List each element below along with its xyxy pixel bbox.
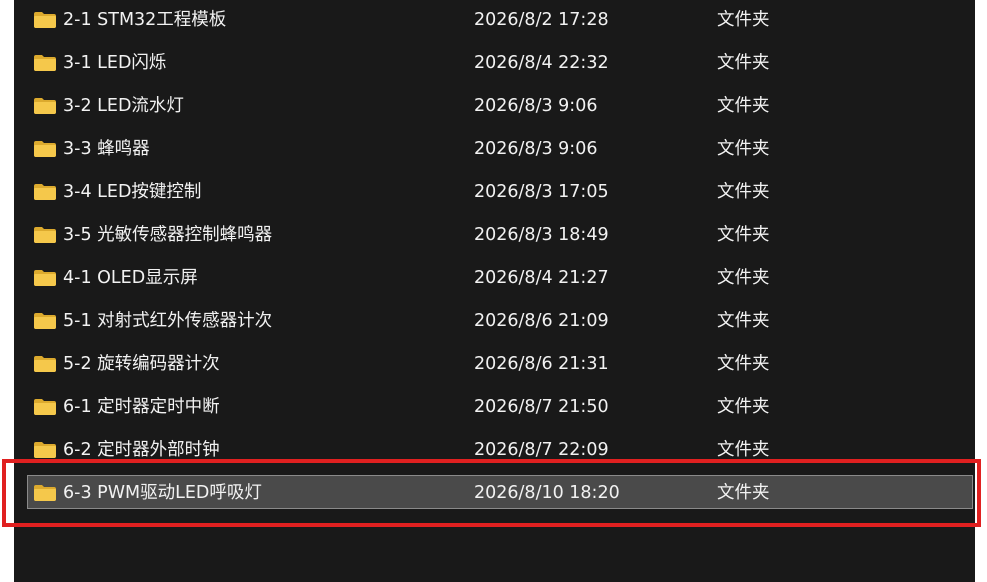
folder-icon [34, 227, 56, 243]
file-date: 2026/8/6 21:31 [474, 354, 609, 374]
file-type: 文件夹 [717, 10, 770, 30]
file-row[interactable]: 3-5 光敏传感器控制蜂鸣器 2026/8/3 18:49 文件夹 [28, 218, 972, 252]
file-date: 2026/8/4 21:27 [474, 268, 609, 288]
folder-icon [34, 55, 56, 71]
folder-icon [34, 399, 56, 415]
folder-icon [34, 442, 56, 458]
file-type: 文件夹 [717, 182, 770, 202]
highlight-box [2, 459, 981, 527]
folder-icon [34, 184, 56, 200]
file-type: 文件夹 [717, 397, 770, 417]
file-name: 5-1 对射式红外传感器计次 [63, 311, 273, 331]
file-row[interactable]: 6-1 定时器定时中断 2026/8/7 21:50 文件夹 [28, 390, 972, 424]
file-type: 文件夹 [717, 225, 770, 245]
file-name: 3-5 光敏传感器控制蜂鸣器 [63, 225, 273, 245]
file-date: 2026/8/3 9:06 [474, 139, 598, 159]
folder-icon [34, 98, 56, 114]
file-date: 2026/8/4 22:32 [474, 53, 609, 73]
folder-icon [34, 313, 56, 329]
folder-icon [34, 12, 56, 28]
file-date: 2026/8/3 18:49 [474, 225, 609, 245]
file-date: 2026/8/6 21:09 [474, 311, 609, 331]
file-name: 3-2 LED流水灯 [63, 96, 184, 116]
folder-icon [34, 356, 56, 372]
file-name: 6-1 定时器定时中断 [63, 397, 220, 417]
file-row[interactable]: 3-3 蜂鸣器 2026/8/3 9:06 文件夹 [28, 132, 972, 166]
file-row[interactable]: 4-1 OLED显示屏 2026/8/4 21:27 文件夹 [28, 261, 972, 295]
file-name: 3-4 LED按键控制 [63, 182, 202, 202]
file-row[interactable]: 3-1 LED闪烁 2026/8/4 22:32 文件夹 [28, 46, 972, 80]
folder-icon [34, 141, 56, 157]
file-date: 2026/8/3 17:05 [474, 182, 609, 202]
file-row[interactable]: 3-2 LED流水灯 2026/8/3 9:06 文件夹 [28, 89, 972, 123]
file-type: 文件夹 [717, 96, 770, 116]
file-row[interactable]: 5-2 旋转编码器计次 2026/8/6 21:31 文件夹 [28, 347, 972, 381]
file-name: 2-1 STM32工程模板 [63, 10, 227, 30]
file-type: 文件夹 [717, 311, 770, 331]
file-date: 2026/8/2 17:28 [474, 10, 609, 30]
file-name: 5-2 旋转编码器计次 [63, 354, 220, 374]
file-name: 3-1 LED闪烁 [63, 53, 167, 73]
file-type: 文件夹 [717, 139, 770, 159]
file-name: 4-1 OLED显示屏 [63, 268, 198, 288]
file-date: 2026/8/7 21:50 [474, 397, 609, 417]
file-type: 文件夹 [717, 53, 770, 73]
file-row[interactable]: 3-4 LED按键控制 2026/8/3 17:05 文件夹 [28, 175, 972, 209]
file-date: 2026/8/3 9:06 [474, 96, 598, 116]
file-row[interactable]: 5-1 对射式红外传感器计次 2026/8/6 21:09 文件夹 [28, 304, 972, 338]
file-type: 文件夹 [717, 268, 770, 288]
folder-icon [34, 270, 56, 286]
file-name: 3-3 蜂鸣器 [63, 139, 150, 159]
file-row[interactable]: 2-1 STM32工程模板 2026/8/2 17:28 文件夹 [28, 3, 972, 37]
file-type: 文件夹 [717, 354, 770, 374]
